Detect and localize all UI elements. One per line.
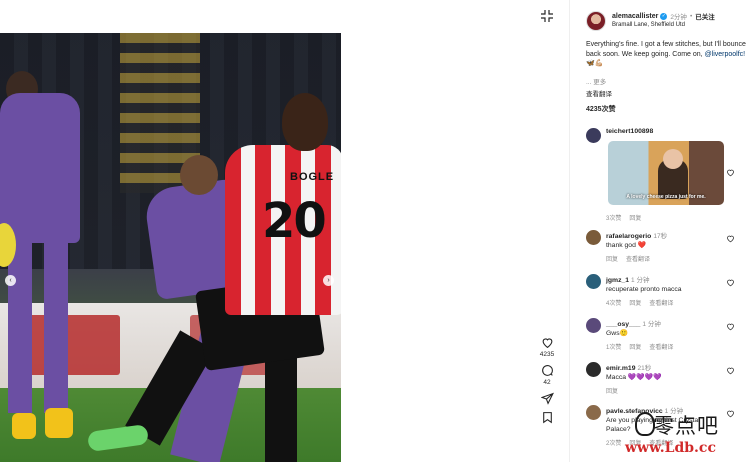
post-time: 2分钟: [670, 14, 687, 21]
comment-username[interactable]: ___osy___: [606, 321, 640, 328]
photo-player-center-head: [180, 155, 218, 195]
red-heart-emoji: ❤️: [637, 242, 647, 249]
photo-red-leg-2: [265, 353, 297, 462]
like-button[interactable]: 4235: [536, 336, 558, 358]
comment-avatar[interactable]: [586, 128, 601, 143]
comment-like-button[interactable]: [726, 278, 735, 287]
comment-like-button[interactable]: [726, 322, 735, 331]
gif-caption: A lovely cheese pizza just for me.: [626, 194, 706, 200]
photo-player-red-head: [282, 93, 328, 151]
watermark: 零点吧 www.Ldb.cc: [625, 410, 747, 458]
heart-icon: [542, 338, 552, 349]
jersey-number: 20: [262, 193, 327, 249]
reply-button[interactable]: 回复: [629, 345, 641, 351]
comment-text: thank god: [606, 242, 638, 249]
chevron-left-icon: ‹: [9, 277, 12, 284]
comment-time: 1 分钟: [642, 321, 661, 328]
share-button[interactable]: [536, 392, 558, 405]
comment-time: 17秒: [653, 233, 668, 240]
post-caption: Everything's fine. I got a few stitches,…: [586, 40, 746, 69]
photo-player-left: [0, 93, 80, 413]
more-link[interactable]: ... 更多: [586, 76, 606, 86]
previous-image-button[interactable]: ‹: [5, 275, 16, 286]
see-translation-link[interactable]: 查看翻译: [626, 257, 650, 263]
media-area: BOGLE 20 ‹ › 4235 42: [0, 0, 554, 462]
comment-username[interactable]: teichert100898: [606, 128, 726, 135]
comment-like-button[interactable]: [726, 366, 735, 375]
comment-icon: [541, 365, 553, 376]
likes-count[interactable]: 4235次赞: [586, 104, 616, 114]
reply-button[interactable]: 回复: [629, 216, 641, 222]
comment-likes[interactable]: 3次赞: [606, 216, 621, 222]
post-header: alemacallister ✓ 2分钟 • 已关注 Bramall Lane,…: [586, 11, 715, 31]
see-translation-link[interactable]: 查看翻译: [649, 345, 673, 351]
separator-dot: •: [689, 12, 693, 20]
comment-likes[interactable]: 2次赞: [606, 441, 621, 447]
comment-text: recuperate pronto macca: [606, 286, 682, 293]
post-username[interactable]: alemacallister: [612, 13, 658, 20]
comment-button[interactable]: 42: [536, 364, 558, 386]
heart-icon: [727, 235, 734, 243]
comment-avatar[interactable]: [586, 274, 601, 289]
reply-button[interactable]: 回复: [629, 301, 641, 307]
see-translation-link[interactable]: 查看翻译: [649, 301, 673, 307]
comment-username[interactable]: jgmz_1: [606, 277, 629, 284]
chevron-right-icon: ›: [327, 277, 330, 284]
follow-status[interactable]: 已关注: [695, 11, 715, 21]
comment-likes[interactable]: 1次赞: [606, 345, 621, 351]
comments-panel: alemacallister ✓ 2分钟 • 已关注 Bramall Lane,…: [569, 0, 750, 462]
comment-gif[interactable]: A lovely cheese pizza just for me.: [608, 141, 724, 205]
verified-icon: ✓: [660, 12, 668, 20]
gif-face: [663, 149, 683, 169]
reply-button[interactable]: 回复: [606, 257, 618, 263]
comment-avatar[interactable]: [586, 318, 601, 333]
send-icon: [540, 392, 554, 405]
comment-time: 21秒: [637, 365, 652, 372]
comment-text: Gws: [606, 330, 620, 337]
reply-button[interactable]: 回复: [606, 389, 618, 395]
post-photo[interactable]: BOGLE 20 ‹ ›: [0, 33, 341, 462]
see-translation-link[interactable]: 查看翻译: [586, 88, 612, 98]
comment-likes[interactable]: 4次赞: [606, 301, 621, 307]
watermark-url: www.Ldb.cc: [625, 440, 716, 456]
smile-emoji: 🙂: [619, 330, 629, 337]
heart-icon: [727, 323, 734, 331]
heart-icon: [727, 279, 734, 287]
comment-text: Macca: [606, 374, 628, 381]
comment-time: 1 分钟: [631, 277, 650, 284]
comment-avatar[interactable]: [586, 405, 601, 420]
comment-count: 42: [543, 379, 551, 386]
watermark-text: 零点吧: [653, 414, 719, 438]
watermark-logo-icon: [635, 412, 655, 436]
action-bar: 4235 42: [536, 336, 558, 430]
comment-username[interactable]: emir.m19: [606, 365, 635, 372]
comment-avatar[interactable]: [586, 230, 601, 245]
next-image-button[interactable]: ›: [323, 275, 334, 286]
comment-like-button[interactable]: [726, 168, 735, 177]
like-count: 4235: [539, 351, 555, 358]
avatar[interactable]: [586, 11, 606, 31]
save-button[interactable]: [536, 411, 558, 424]
post-location[interactable]: Bramall Lane, Sheffield Utd: [612, 22, 715, 28]
jersey-name: BOGLE: [290, 171, 335, 183]
comment-username[interactable]: rafaelarogerio: [606, 233, 651, 240]
purple-hearts-emoji: 💜💜💜💜: [627, 374, 662, 381]
collapse-icon[interactable]: [540, 9, 554, 23]
photo-boot-2: [45, 408, 73, 438]
heart-icon: [727, 367, 734, 375]
caption-emoji: 🦋💪🏼: [586, 60, 604, 67]
heart-icon: [727, 169, 734, 177]
caption-mention[interactable]: @liverpoolfc!: [705, 51, 746, 58]
comment-like-button[interactable]: [726, 234, 735, 243]
comment-avatar[interactable]: [586, 362, 601, 377]
photo-boot: [12, 413, 36, 439]
bookmark-icon: [542, 412, 552, 424]
